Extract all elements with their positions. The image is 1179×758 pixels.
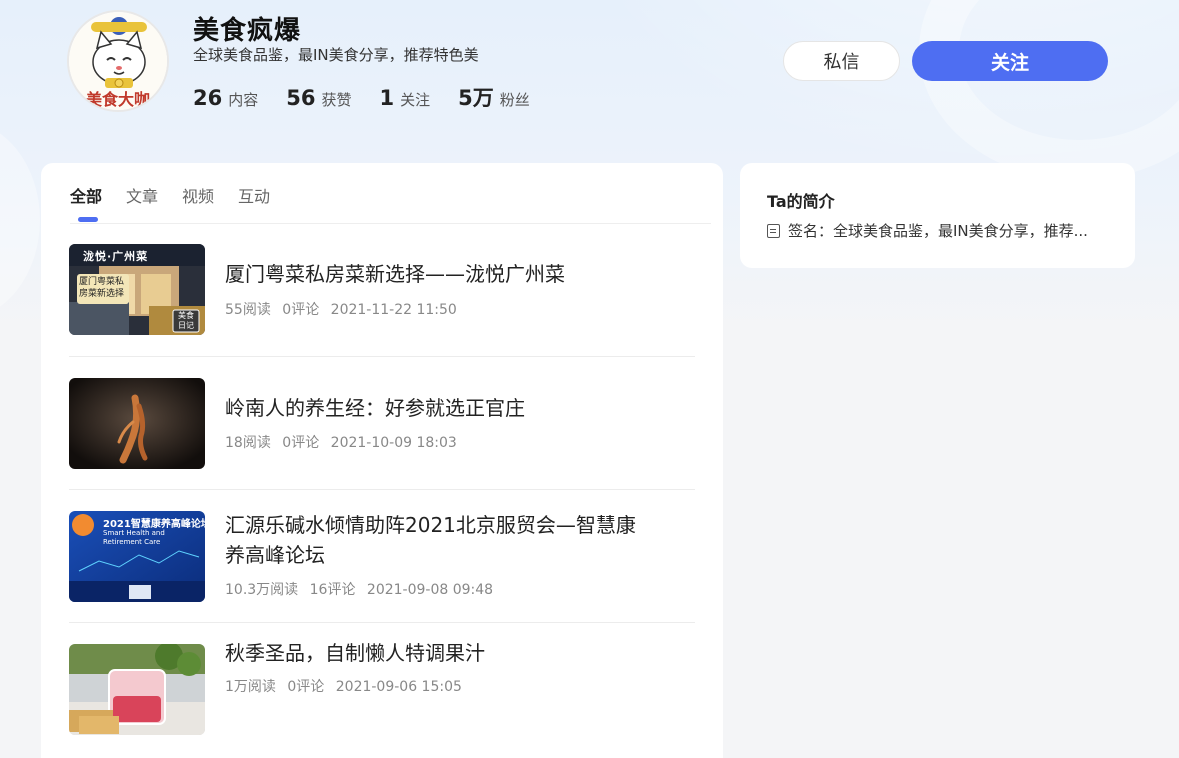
intro-signature: 签名：全球美食品鉴，最IN美食分享，推荐... <box>767 220 1112 241</box>
stat-following[interactable]: 1 关注 <box>380 86 431 110</box>
list-item[interactable]: 秋季圣品，自制懒人特调果汁 1万阅读 0评论 2021-09-06 15:05 <box>69 623 695 756</box>
article-title[interactable]: 厦门粤菜私房菜新选择——泷悦广州菜 <box>225 259 655 289</box>
tab-all[interactable]: 全部 <box>70 183 102 222</box>
tabs-divider <box>70 223 711 224</box>
list-item[interactable]: 2021智慧康养高峰论坛 Smart Health and Retirement… <box>69 490 695 623</box>
thumbnail-title-text: 2021智慧康养高峰论坛 <box>103 519 205 530</box>
tab-videos[interactable]: 视频 <box>182 183 214 207</box>
stat-label: 内容 <box>228 91 259 109</box>
intro-title: Ta的简介 <box>767 192 835 211</box>
thumbnail-title-text: 泷悦·广州菜 <box>83 250 149 263</box>
content-panel: 全部 文章 视频 互动 泷悦·广州菜 厦门粤菜私房菜新选择 美食日记 厦门粤菜私… <box>41 163 723 758</box>
article-meta: 1万阅读 0评论 2021-09-06 15:05 <box>225 676 469 696</box>
article-thumbnail[interactable]: 2021智慧康养高峰论坛 Smart Health and Retirement… <box>69 511 205 602</box>
stat-likes: 56 获赞 <box>286 86 351 110</box>
article-title[interactable]: 岭南人的养生经：好参就选正官庄 <box>225 393 655 423</box>
signature-text: 签名：全球美食品鉴，最IN美食分享，推荐... <box>788 222 1088 240</box>
article-thumbnail[interactable] <box>69 644 205 735</box>
avatar[interactable]: 美食大咖 <box>67 10 169 112</box>
stat-number: 26 <box>193 86 223 110</box>
comment-count: 0评论 <box>287 679 325 695</box>
tab-articles[interactable]: 文章 <box>126 183 158 207</box>
avatar-text: 美食大咖 <box>85 90 150 109</box>
stat-label: 粉丝 <box>499 91 530 109</box>
thumbnail-badge-text: 美食日记 <box>178 311 194 330</box>
stat-label: 获赞 <box>321 91 352 109</box>
publish-time: 2021-09-08 09:48 <box>366 582 494 598</box>
profile-stats: 26 内容 56 获赞 1 关注 5万 粉丝 <box>193 82 558 112</box>
stat-label: 关注 <box>400 91 431 109</box>
stat-number: 5万 <box>458 86 494 110</box>
thumbnail-sign-text: 厦门粤菜私房菜新选择 <box>79 277 125 299</box>
thumbnail-subtitle-text: Smart Health and Retirement Care <box>103 529 165 546</box>
article-title[interactable]: 秋季圣品，自制懒人特调果汁 <box>225 638 655 668</box>
read-count: 18阅读 <box>225 435 271 451</box>
tab-interaction[interactable]: 互动 <box>238 183 270 207</box>
article-meta: 10.3万阅读 16评论 2021-09-08 09:48 <box>225 579 500 599</box>
comment-count: 0评论 <box>282 302 320 318</box>
message-button[interactable]: 私信 <box>783 41 900 81</box>
read-count: 1万阅读 <box>225 679 276 695</box>
publish-time: 2021-11-22 11:50 <box>330 302 457 318</box>
content-tabs: 全部 文章 视频 互动 <box>70 183 294 222</box>
read-count: 55阅读 <box>225 302 271 318</box>
list-item[interactable]: 泷悦·广州菜 厦门粤菜私房菜新选择 美食日记 厦门粤菜私房菜新选择——泷悦广州菜… <box>69 244 695 357</box>
article-meta: 55阅读 0评论 2021-11-22 11:50 <box>225 299 464 319</box>
article-meta: 18阅读 0评论 2021-10-09 18:03 <box>225 432 464 452</box>
stat-number: 1 <box>379 86 395 110</box>
publish-time: 2021-09-06 15:05 <box>335 679 462 695</box>
list-item[interactable]: 岭南人的养生经：好参就选正官庄 18阅读 0评论 2021-10-09 18:0… <box>69 357 695 490</box>
article-title[interactable]: 汇源乐碱水倾情助阵2021北京服贸会—智慧康养高峰论坛 <box>225 510 655 570</box>
document-icon <box>767 223 780 238</box>
publish-time: 2021-10-09 18:03 <box>330 435 457 451</box>
comment-count: 0评论 <box>282 435 320 451</box>
article-thumbnail[interactable] <box>69 378 205 469</box>
intro-panel: Ta的简介 签名：全球美食品鉴，最IN美食分享，推荐... <box>740 163 1135 268</box>
comment-count: 16评论 <box>309 582 356 598</box>
stat-fans[interactable]: 5万 粉丝 <box>458 82 530 112</box>
read-count: 10.3万阅读 <box>225 582 299 598</box>
stat-number: 56 <box>286 86 316 110</box>
article-feed: 泷悦·广州菜 厦门粤菜私房菜新选择 美食日记 厦门粤菜私房菜新选择——泷悦广州菜… <box>69 244 695 756</box>
article-thumbnail[interactable]: 泷悦·广州菜 厦门粤菜私房菜新选择 美食日记 <box>69 244 205 335</box>
profile-name: 美食疯爆 <box>193 16 302 46</box>
follow-button[interactable]: 关注 <box>912 41 1108 81</box>
profile-bio: 全球美食品鉴，最IN美食分享，推荐特色美 <box>193 46 479 64</box>
stat-content[interactable]: 26 内容 <box>193 86 258 110</box>
